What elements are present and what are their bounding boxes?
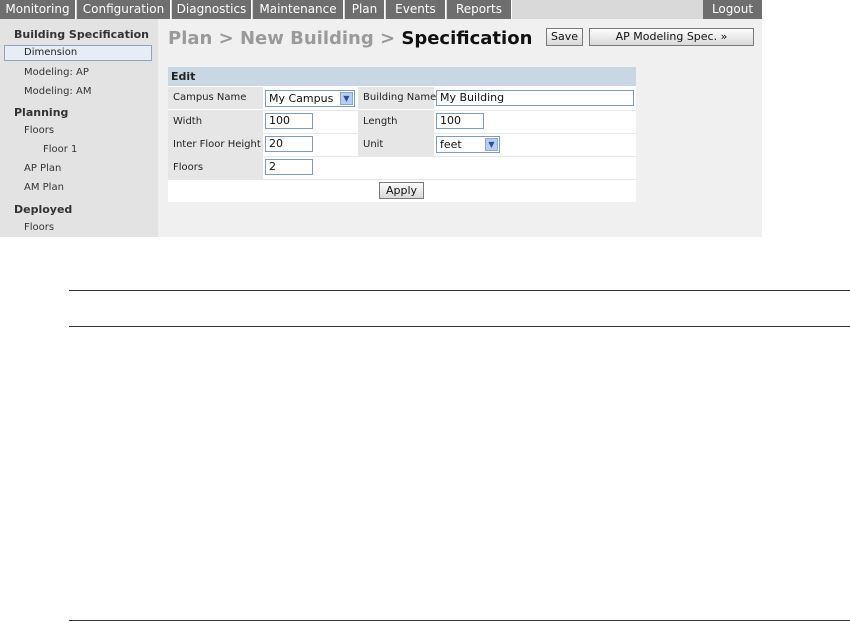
edit-panel-header: Edit (168, 67, 636, 86)
tab-maintenance[interactable]: Maintenance (253, 0, 344, 19)
chevron-down-icon: ▼ (485, 138, 498, 151)
sidebar-item-am-plan[interactable]: AM Plan (24, 182, 64, 193)
sidebar-item-floors[interactable]: Floors (24, 125, 54, 136)
sidebar-heading-deployed: Deployed (14, 203, 73, 216)
tab-monitoring[interactable]: Monitoring (0, 0, 76, 19)
row-divider (168, 179, 636, 180)
unit-select[interactable]: feet ▼ (436, 136, 500, 153)
sidebar-item-deployed-floors[interactable]: Floors (24, 222, 54, 233)
length-label: Length (358, 111, 434, 133)
logout-button[interactable]: Logout (703, 0, 762, 19)
breadcrumb-separator: > (373, 28, 402, 49)
campus-name-selected-value: My Campus (269, 92, 334, 105)
campus-name-label: Campus Name (168, 87, 263, 109)
breadcrumb-new-building[interactable]: New Building (240, 28, 374, 49)
page-title: Plan > New Building > Specification (168, 28, 532, 49)
floors-label: Floors (168, 157, 263, 179)
length-input[interactable]: 100 (436, 113, 484, 129)
chevron-down-icon: ▼ (340, 92, 353, 105)
width-label: Width (168, 111, 263, 133)
floors-input[interactable]: 2 (265, 159, 313, 175)
sidebar-item-floor-1[interactable]: Floor 1 (43, 144, 77, 155)
ap-modeling-spec-button[interactable]: AP Modeling Spec. » (589, 28, 754, 46)
main-content: Plan > New Building > Specification Save… (158, 19, 762, 237)
tab-reports[interactable]: Reports (447, 0, 512, 19)
sidebar: Building Specification Dimension Modelin… (0, 19, 158, 237)
breadcrumb-separator: > (212, 28, 240, 49)
inter-floor-height-input[interactable]: 20 (265, 136, 313, 152)
tab-plan[interactable]: Plan (345, 0, 385, 19)
sidebar-item-modeling-am[interactable]: Modeling: AM (24, 86, 92, 97)
edit-panel: Edit Campus Name My Campus ▼ Building Na… (168, 67, 636, 202)
sidebar-item-dimension[interactable]: Dimension (4, 45, 152, 61)
breadcrumb-current: Specification (401, 28, 533, 49)
horizontal-rule (69, 290, 850, 291)
tab-events[interactable]: Events (386, 0, 446, 19)
sidebar-heading-building-specification: Building Specification (14, 28, 149, 41)
sidebar-item-ap-plan[interactable]: AP Plan (24, 163, 61, 174)
building-name-input[interactable]: My Building (436, 90, 634, 106)
campus-name-select[interactable]: My Campus ▼ (265, 90, 355, 107)
save-button[interactable]: Save (546, 28, 583, 46)
tab-diagnostics[interactable]: Diagnostics (172, 0, 252, 19)
breadcrumb-plan[interactable]: Plan (168, 28, 212, 49)
width-input[interactable]: 100 (265, 113, 313, 129)
apply-button[interactable]: Apply (379, 182, 424, 199)
unit-label: Unit (358, 134, 434, 156)
tab-configuration[interactable]: Configuration (77, 0, 171, 19)
sidebar-item-modeling-ap[interactable]: Modeling: AP (24, 67, 89, 78)
sidebar-heading-planning: Planning (14, 106, 69, 119)
top-navigation-bar: Monitoring Configuration Diagnostics Mai… (0, 0, 762, 19)
building-name-label: Building Name (358, 87, 436, 109)
unit-selected-value: feet (440, 138, 462, 151)
inter-floor-height-label: Inter Floor Height (168, 134, 263, 156)
horizontal-rule (69, 326, 850, 327)
